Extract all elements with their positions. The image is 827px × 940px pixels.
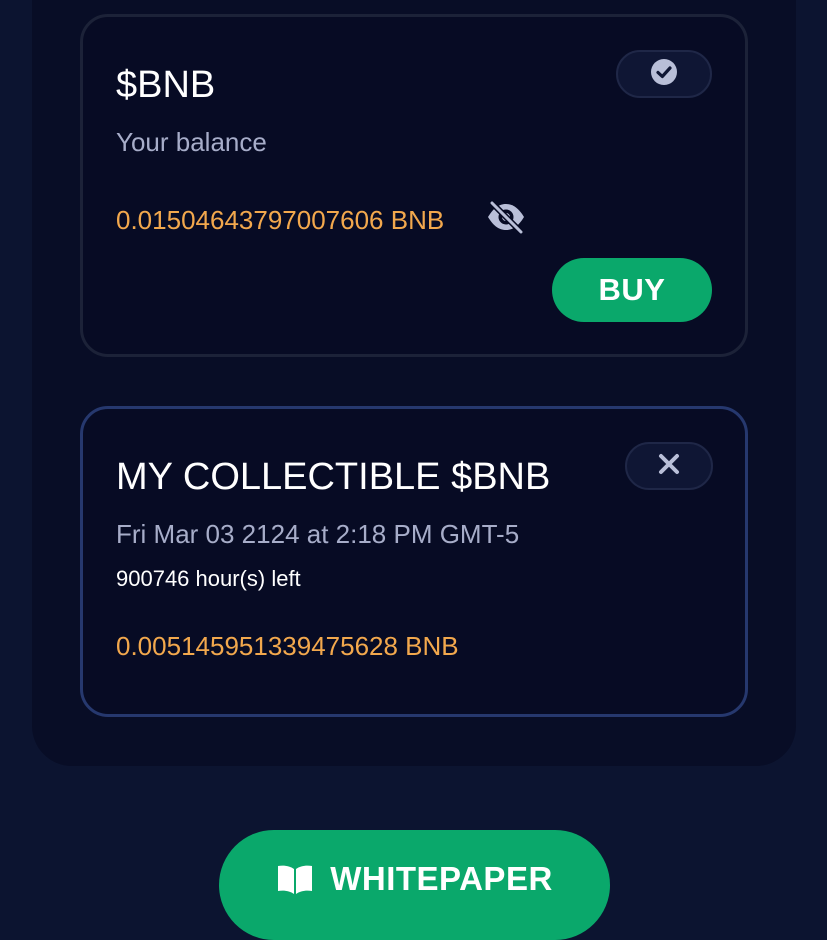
check-circle-icon [650, 58, 678, 91]
book-icon [276, 864, 314, 899]
close-icon [658, 453, 680, 480]
time-left-text: 900746 hour(s) left [116, 566, 301, 591]
whitepaper-button[interactable]: WHITEPAPER [219, 830, 610, 940]
buy-button[interactable]: BUY [552, 258, 712, 322]
balance-label: Your balance [116, 127, 267, 157]
balance-amount: 0.01504643797007606 BNB [116, 205, 445, 235]
collectible-card-title: MY COLLECTIBLE $BNB [116, 456, 551, 498]
eye-off-icon[interactable] [486, 200, 526, 239]
collectible-date: Fri Mar 03 2124 at 2:18 PM GMT-5 [116, 519, 520, 549]
select-token-button[interactable] [616, 50, 712, 98]
close-button[interactable] [625, 442, 713, 490]
whitepaper-label: WHITEPAPER [330, 860, 553, 897]
collectible-amount: 0.005145951339475628 BNB [116, 631, 459, 661]
balance-card-title: $BNB [116, 64, 216, 106]
